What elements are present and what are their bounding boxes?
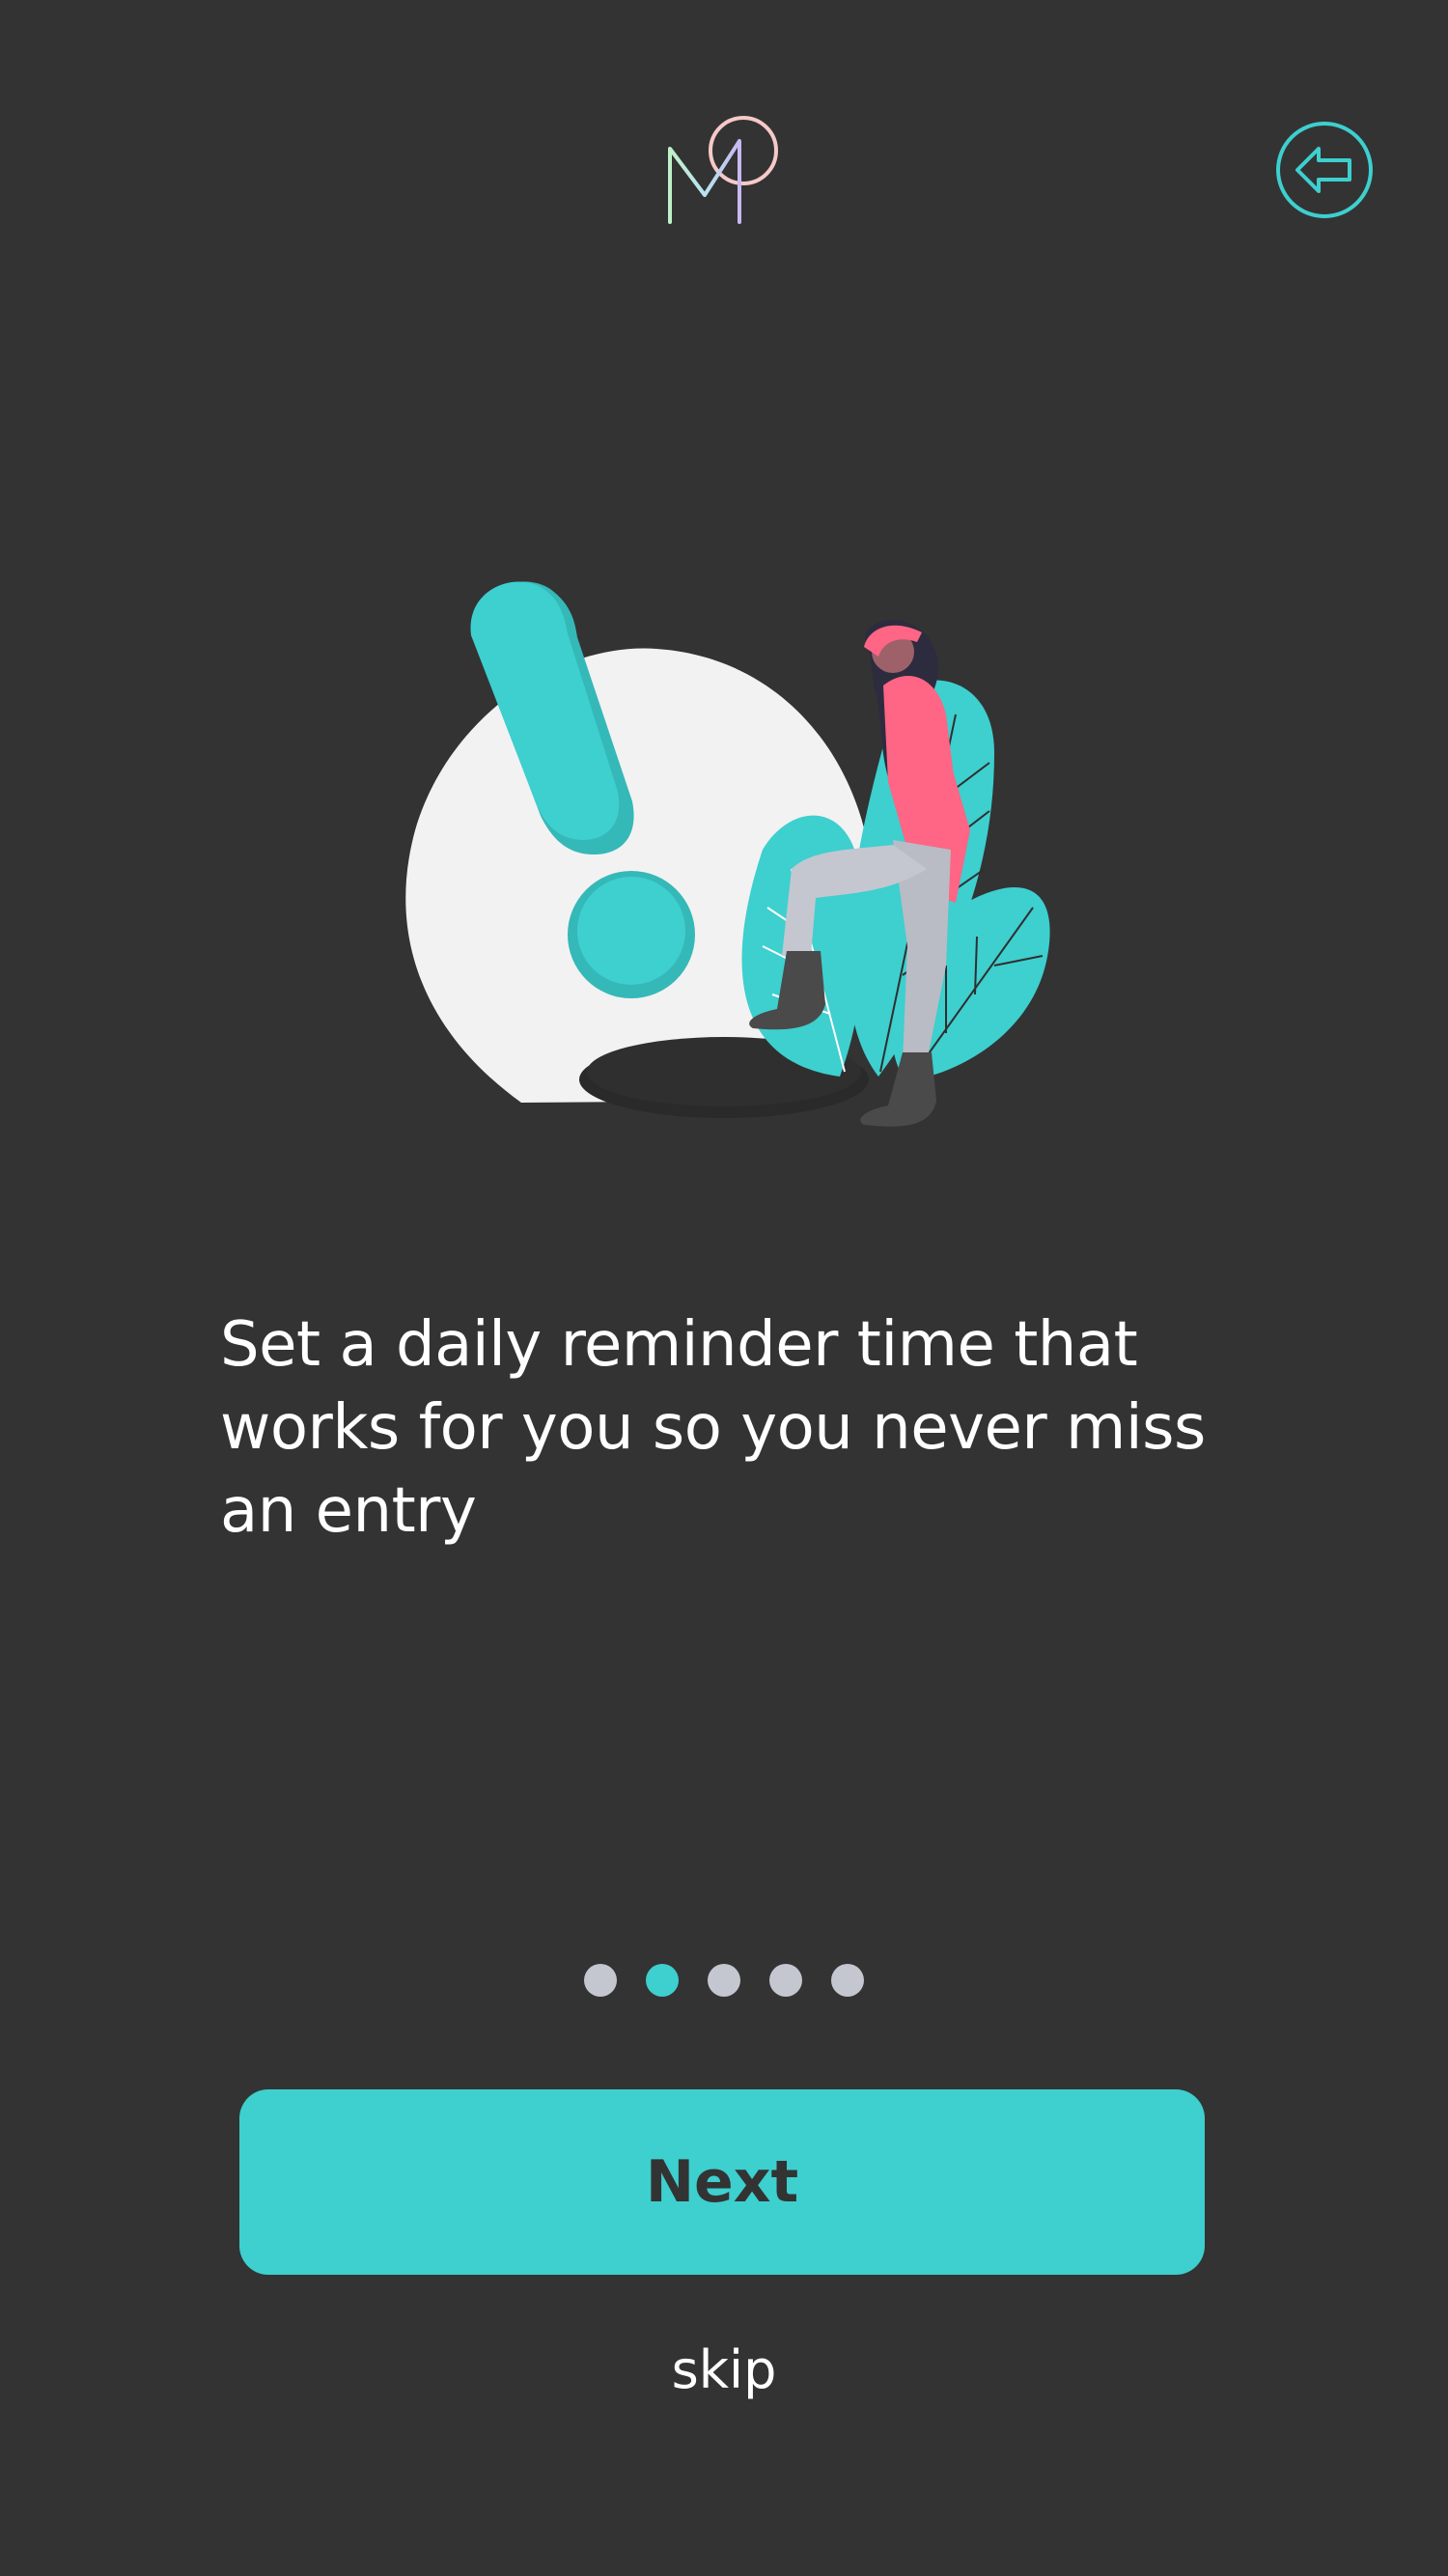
- pagination-dot-4[interactable]: [769, 1964, 802, 1997]
- pagination-dot-1[interactable]: [584, 1964, 617, 1997]
- pagination-dot-3[interactable]: [708, 1964, 740, 1997]
- onboarding-illustration: [367, 560, 1062, 1139]
- back-button[interactable]: [1274, 120, 1375, 220]
- woman-with-exclamation-icon: [405, 581, 1050, 1127]
- onboarding-message: Set a daily reminder time that works for…: [220, 1309, 1206, 1547]
- next-button[interactable]: Next: [239, 2089, 1205, 2275]
- skip-link[interactable]: skip: [579, 2337, 869, 2404]
- back-arrow-icon: [1276, 122, 1373, 218]
- pagination-dot-2-active[interactable]: [646, 1964, 679, 1997]
- pagination-dot-5[interactable]: [831, 1964, 864, 1997]
- pagination-dots: [0, 1964, 1448, 1997]
- app-logo: [664, 112, 784, 228]
- logo-icon: [668, 116, 778, 224]
